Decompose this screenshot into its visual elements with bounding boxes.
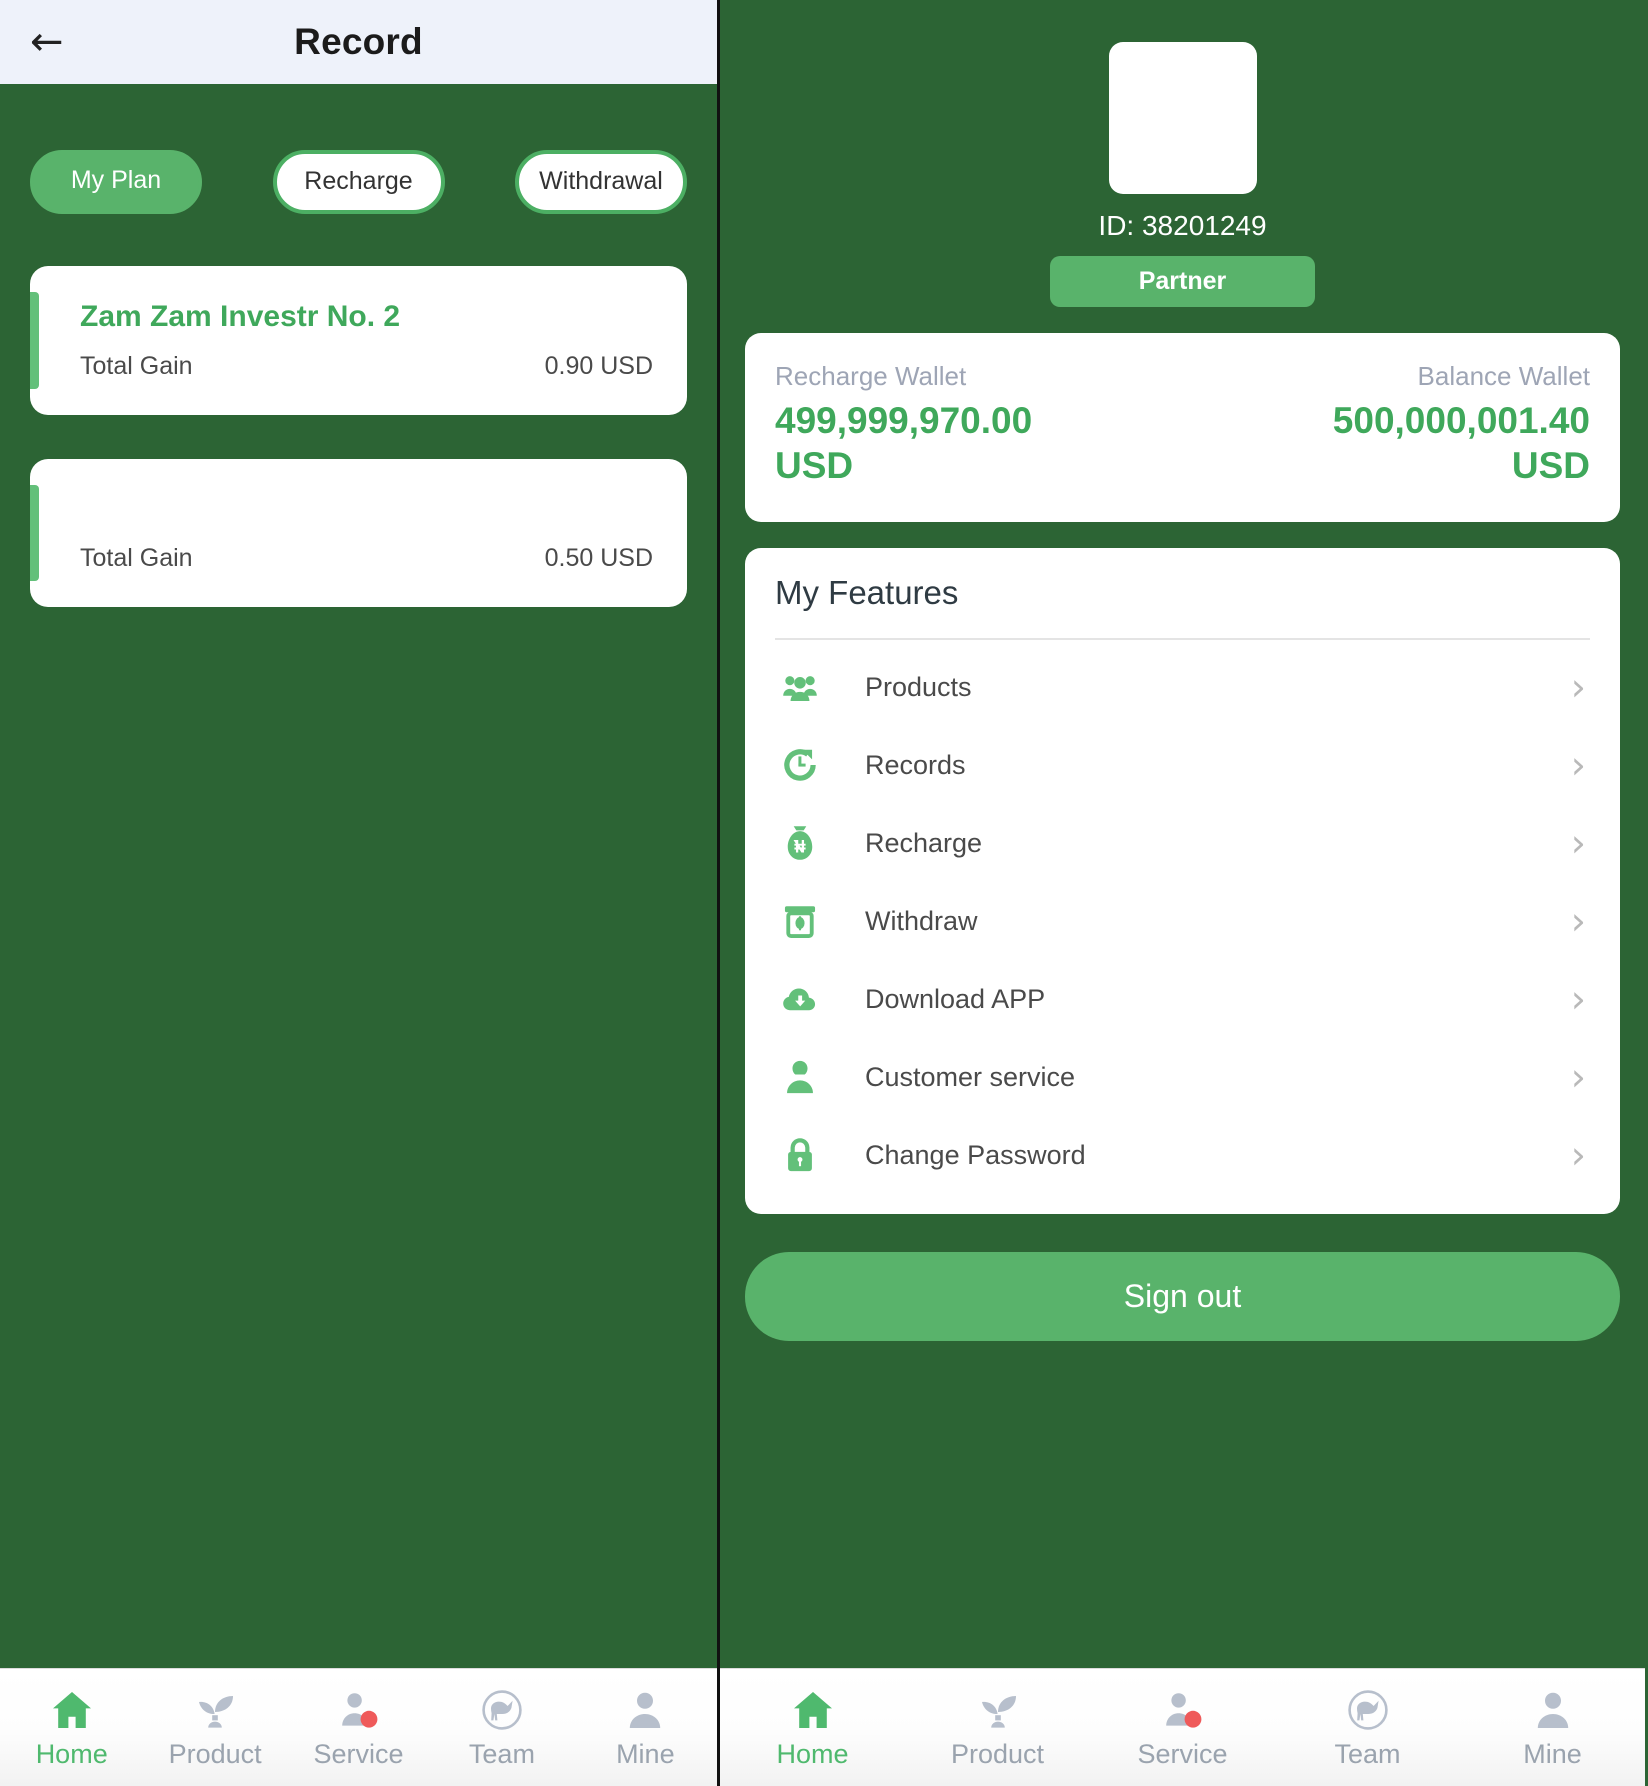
feature-item-change-password[interactable]: Change Password ›: [775, 1116, 1590, 1194]
wallet-amount: 500,000,001.40 USD: [1332, 400, 1590, 487]
wallet-summary: Recharge Wallet 499,999,970.00 USD Balan…: [745, 333, 1620, 523]
status-badge: Partner: [1050, 256, 1315, 307]
feature-item-customer-service[interactable]: Customer service ›: [775, 1038, 1590, 1116]
nav-item-home[interactable]: Home: [0, 1685, 143, 1770]
feature-label: Products: [865, 671, 972, 702]
record-title: Zam Zam Investr No. 2: [80, 299, 401, 333]
nav-item-service[interactable]: Service: [287, 1685, 430, 1770]
sign-out-button[interactable]: Sign out: [745, 1252, 1620, 1342]
bottom-nav-right: Home Product Service Team Mine: [720, 1668, 1645, 1786]
team-bird-icon: [478, 1685, 526, 1735]
nav-label: Service: [313, 1739, 404, 1769]
feature-label: Records: [865, 749, 966, 780]
feature-item-download-app[interactable]: Download APP ›: [775, 960, 1590, 1038]
record-gain-value: 0.90 USD: [544, 351, 653, 380]
feature-label: Download APP: [865, 983, 1046, 1014]
nav-item-team[interactable]: Team: [430, 1685, 573, 1770]
tab-withdrawal[interactable]: Withdrawal: [515, 150, 687, 214]
record-card[interactable]: Zam Zam Investr No. 2 Total Gain 0.90 US…: [30, 265, 687, 415]
money-bag-icon: [777, 820, 823, 866]
support-person-icon: [1159, 1685, 1207, 1735]
chevron-right-icon: ›: [1570, 821, 1586, 866]
arrow-left-icon[interactable]: ←: [30, 22, 64, 62]
nav-label: Product: [950, 1739, 1045, 1769]
history-clock-icon: [777, 742, 823, 788]
recharge-wallet: Recharge Wallet 499,999,970.00 USD: [775, 361, 1183, 488]
chevron-right-icon: ›: [1570, 899, 1586, 944]
feature-label: Customer service: [865, 1061, 1076, 1092]
cloud-download-icon: [777, 976, 823, 1022]
nav-label: Product: [168, 1739, 262, 1769]
user-profile-icon: [1529, 1685, 1577, 1735]
avatar[interactable]: [1108, 42, 1257, 194]
team-bird-icon: [1344, 1685, 1392, 1735]
record-gain-label: Total Gain: [80, 543, 193, 572]
nav-item-mine[interactable]: Mine: [574, 1685, 717, 1770]
profile-section: ID: 38201249 Partner: [720, 0, 1645, 307]
home-icon: [48, 1685, 96, 1735]
nav-item-service[interactable]: Service: [1090, 1685, 1275, 1770]
nav-item-home[interactable]: Home: [720, 1685, 905, 1770]
person-support-icon: [777, 1054, 823, 1100]
features-title: My Features: [775, 574, 959, 612]
record-gain-label: Total Gain: [80, 351, 193, 380]
nav-item-team[interactable]: Team: [1275, 1685, 1460, 1770]
feature-item-withdraw[interactable]: Withdraw ›: [775, 882, 1590, 960]
nav-label: Home: [776, 1739, 849, 1769]
nav-item-mine[interactable]: Mine: [1460, 1685, 1645, 1770]
chevron-right-icon: ›: [1570, 1133, 1586, 1178]
user-id: ID: 38201249: [1098, 210, 1267, 241]
atm-machine-icon: [777, 898, 823, 944]
record-tabs: My Plan Recharge Withdrawal: [0, 84, 717, 214]
chevron-right-icon: ›: [1570, 977, 1586, 1022]
nav-label: Mine: [1523, 1739, 1582, 1769]
record-card[interactable]: Total Gain 0.50 USD: [30, 458, 687, 607]
page-title: Record: [294, 21, 423, 62]
wallet-amount: 499,999,970.00 USD: [775, 400, 1033, 487]
feature-item-products[interactable]: Products ›: [775, 648, 1590, 726]
bottom-nav-left: Home Product Service Team Mine: [0, 1668, 717, 1786]
feature-item-records[interactable]: Records ›: [775, 726, 1590, 804]
tab-my-plan[interactable]: My Plan: [30, 150, 202, 214]
plant-icon: [191, 1685, 239, 1735]
wallet-label: Recharge Wallet: [775, 361, 967, 391]
nav-label: Mine: [616, 1739, 675, 1769]
feature-label: Recharge: [865, 827, 983, 858]
plant-icon: [974, 1685, 1022, 1735]
record-screen: ← Record My Plan Recharge Withdrawal Zam…: [0, 0, 720, 1786]
dual-screen-container: ← Record My Plan Recharge Withdrawal Zam…: [0, 0, 1648, 1786]
mine-screen: ID: 38201249 Partner Recharge Wallet 499…: [720, 0, 1645, 1786]
divider: [775, 638, 1590, 641]
user-profile-icon: [621, 1685, 669, 1735]
nav-item-product[interactable]: Product: [905, 1685, 1090, 1770]
support-person-icon: [335, 1685, 383, 1735]
record-gain-row: Total Gain 0.90 USD: [80, 352, 653, 381]
nav-label: Service: [1137, 1739, 1228, 1769]
chevron-right-icon: ›: [1570, 1055, 1586, 1100]
nav-item-product[interactable]: Product: [143, 1685, 286, 1770]
home-icon: [789, 1685, 837, 1735]
chevron-right-icon: ›: [1570, 665, 1586, 710]
record-header: ← Record: [0, 0, 717, 84]
balance-wallet: Balance Wallet 500,000,001.40 USD: [1183, 361, 1590, 488]
my-features-card: My Features Products › Records › Recharg…: [745, 548, 1620, 1215]
feature-label: Change Password: [865, 1139, 1086, 1170]
wallet-label: Balance Wallet: [1417, 361, 1590, 391]
record-gain-value: 0.50 USD: [544, 543, 653, 572]
feature-item-recharge[interactable]: Recharge ›: [775, 804, 1590, 882]
nav-label: Team: [468, 1739, 535, 1769]
record-gain-row: Total Gain 0.50 USD: [80, 544, 653, 573]
tab-recharge[interactable]: Recharge: [272, 150, 445, 214]
group-people-icon: [777, 664, 823, 710]
record-list: Zam Zam Investr No. 2 Total Gain 0.90 US…: [0, 214, 717, 607]
nav-label: Team: [1334, 1739, 1401, 1769]
nav-label: Home: [35, 1739, 108, 1769]
lock-icon: [777, 1132, 823, 1178]
chevron-right-icon: ›: [1570, 743, 1586, 788]
feature-label: Withdraw: [865, 905, 978, 936]
